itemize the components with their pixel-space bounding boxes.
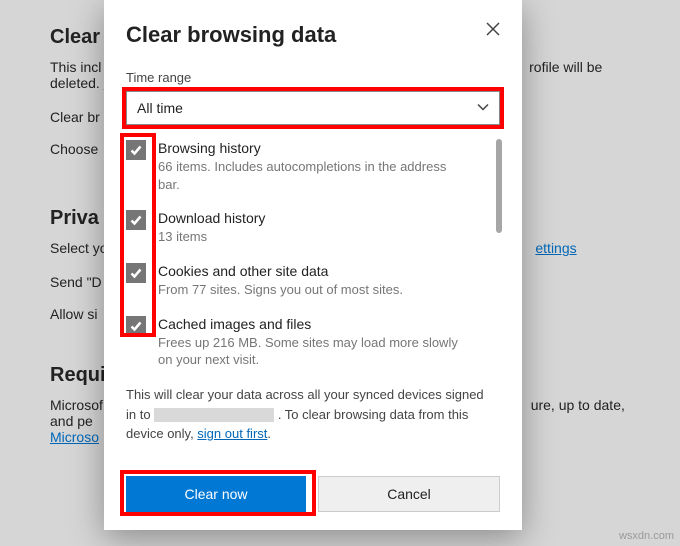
clear-now-button[interactable]: Clear now xyxy=(126,476,306,512)
option-subtitle: 66 items. Includes autocompletions in th… xyxy=(158,158,458,193)
watermark: wsxdn.com xyxy=(619,530,674,542)
clear-browsing-data-dialog: Clear browsing data Time range All time … xyxy=(104,0,522,530)
option-title: Cookies and other site data xyxy=(158,262,403,280)
check-icon xyxy=(129,213,143,227)
option-cached: Cached images and files Frees up 216 MB.… xyxy=(126,315,496,369)
check-icon xyxy=(129,266,143,280)
options-list: Browsing history 66 items. Includes auto… xyxy=(126,135,500,476)
settings-link[interactable]: ettings xyxy=(535,240,576,256)
dialog-title: Clear browsing data xyxy=(126,22,500,48)
option-title: Cached images and files xyxy=(158,315,458,333)
check-icon xyxy=(129,143,143,157)
dialog-button-row: Clear now Cancel xyxy=(126,476,500,512)
sync-note: This will clear your data across all you… xyxy=(126,385,496,444)
option-title: Download history xyxy=(158,209,265,227)
checkbox-browsing-history[interactable] xyxy=(126,140,146,160)
microsoft-link[interactable]: Microso xyxy=(50,429,99,445)
sign-out-link[interactable]: sign out first xyxy=(197,426,267,441)
option-subtitle: From 77 sites. Signs you out of most sit… xyxy=(158,281,403,299)
checkbox-download-history[interactable] xyxy=(126,210,146,230)
checkbox-cookies[interactable] xyxy=(126,263,146,283)
time-range-select[interactable]: All time xyxy=(126,91,500,125)
option-browsing-history: Browsing history 66 items. Includes auto… xyxy=(126,139,496,193)
cancel-button[interactable]: Cancel xyxy=(318,476,500,512)
option-cookies: Cookies and other site data From 77 site… xyxy=(126,262,496,299)
option-download-history: Download history 13 items xyxy=(126,209,496,246)
option-subtitle: 13 items xyxy=(158,228,265,246)
close-button[interactable] xyxy=(482,18,504,40)
redacted-account xyxy=(154,408,274,422)
checkbox-cached[interactable] xyxy=(126,316,146,336)
close-icon xyxy=(485,21,501,37)
option-subtitle: Frees up 216 MB. Some sites may load mor… xyxy=(158,334,458,369)
time-range-value: All time xyxy=(137,100,183,116)
time-range-label: Time range xyxy=(126,70,500,85)
check-icon xyxy=(129,319,143,333)
scrollbar-thumb[interactable] xyxy=(496,139,502,233)
option-title: Browsing history xyxy=(158,139,458,157)
